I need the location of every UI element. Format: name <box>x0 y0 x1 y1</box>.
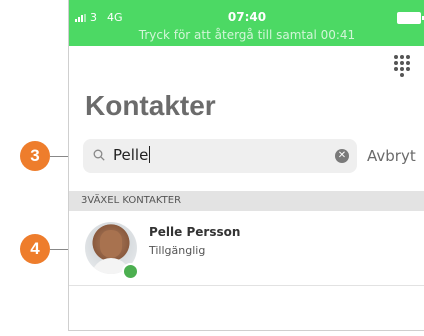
dialpad-icon[interactable] <box>394 55 410 77</box>
avatar-head <box>100 230 122 258</box>
return-to-call-banner[interactable]: Tryck för att återgå till samtal 00:41 <box>69 28 424 42</box>
search-text: Pelle <box>113 146 149 164</box>
callout-3: 3 <box>20 141 50 171</box>
section-header: 3VÄXEL KONTAKTER <box>69 191 424 211</box>
clear-icon[interactable]: ✕ <box>335 149 349 163</box>
search-icon <box>93 149 105 161</box>
cancel-button[interactable]: Avbryt <box>367 147 416 165</box>
contact-row[interactable]: Pelle Persson Tillgänglig <box>69 214 424 286</box>
search-value: Pelle <box>113 146 151 164</box>
status-time: 07:40 <box>227 10 267 24</box>
status-bar[interactable]: 3 4G 07:40 Tryck för att återgå till sam… <box>69 0 424 46</box>
contact-status: Tillgänglig <box>149 244 206 257</box>
callout-4: 4 <box>20 234 50 264</box>
search-input[interactable]: Pelle ✕ <box>83 139 357 173</box>
presence-available-icon <box>122 263 139 280</box>
contact-name: Pelle Persson <box>149 225 241 239</box>
text-caret <box>149 146 151 163</box>
page-title: Kontakter <box>85 90 216 121</box>
phone-screen: 3 4G 07:40 Tryck för att återgå till sam… <box>68 0 424 331</box>
battery-icon <box>397 12 424 24</box>
